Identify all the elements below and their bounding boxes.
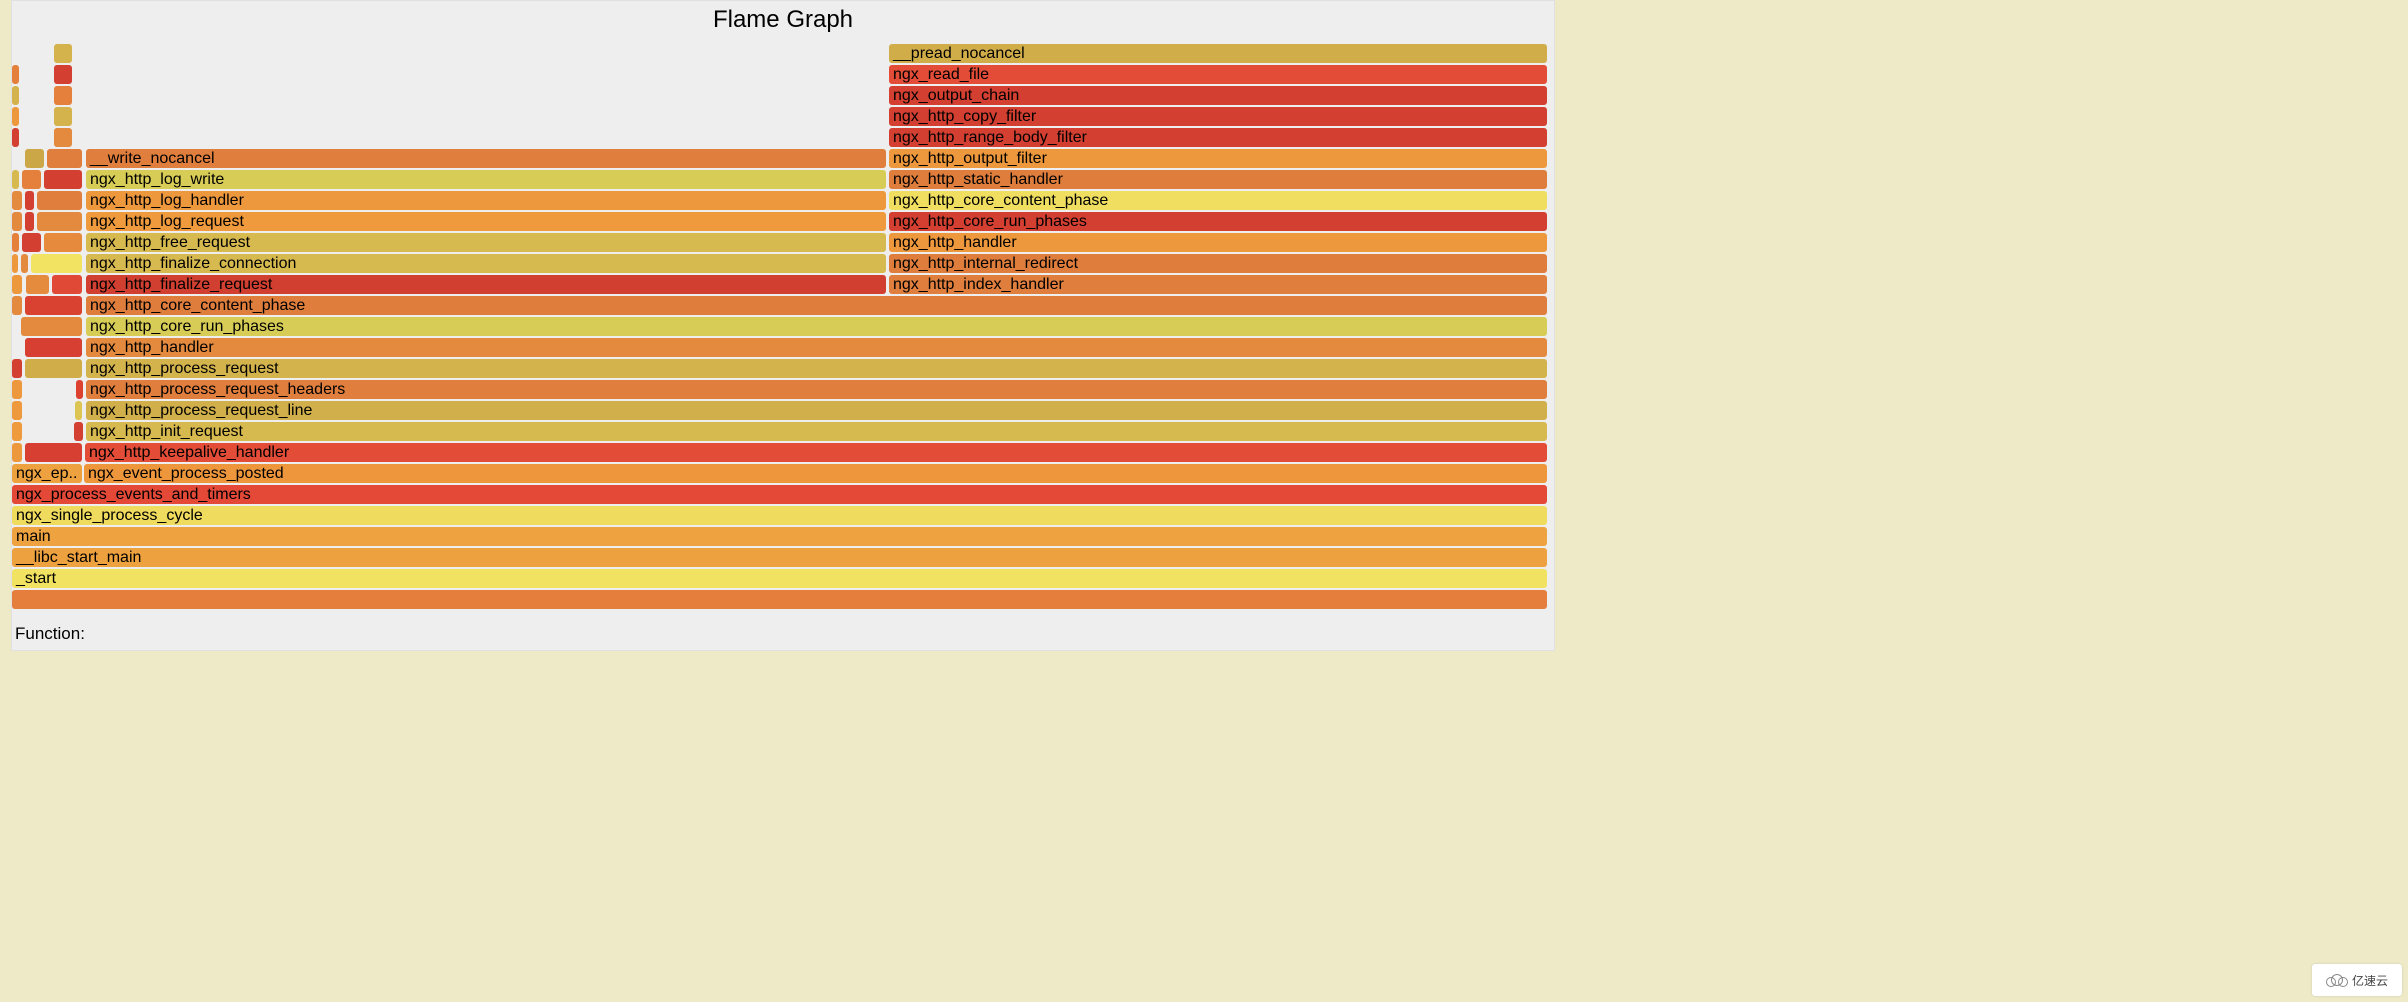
flame-frame[interactable]	[12, 233, 19, 252]
flame-frame[interactable]: ngx_output_chain	[889, 86, 1547, 105]
flame-frame[interactable]: ngx_http_output_filter	[889, 149, 1547, 168]
flame-frame[interactable]: _start	[12, 569, 1547, 588]
flame-frame[interactable]	[12, 212, 22, 231]
flame-frame[interactable]: ngx_http_log_handler	[86, 191, 886, 210]
flame-frame[interactable]	[22, 170, 41, 189]
flame-frame[interactable]: __write_nocancel	[86, 149, 886, 168]
flame-frame[interactable]: ngx_http_core_content_phase	[889, 191, 1547, 210]
flame-frame[interactable]	[54, 86, 72, 105]
flame-frame[interactable]: ngx_http_process_request	[86, 359, 1547, 378]
flame-frame[interactable]	[25, 191, 34, 210]
function-label: Function:	[15, 624, 85, 644]
flame-frame[interactable]	[54, 128, 72, 147]
flame-frame[interactable]	[12, 86, 19, 105]
flame-frame[interactable]	[12, 275, 22, 294]
watermark-text: 亿速云	[2352, 972, 2388, 989]
flame-frame[interactable]: ngx_http_static_handler	[889, 170, 1547, 189]
flame-frame[interactable]	[37, 212, 82, 231]
flame-frame[interactable]	[12, 128, 19, 147]
flame-frame[interactable]: ngx_http_core_run_phases	[86, 317, 1547, 336]
flame-frame[interactable]	[74, 422, 83, 441]
flame-frame[interactable]: ngx_http_keepalive_handler	[85, 443, 1547, 462]
flame-frame[interactable]	[12, 65, 19, 84]
flame-frame[interactable]: ngx_http_internal_redirect	[889, 254, 1547, 273]
cloud-icon	[2326, 973, 2348, 987]
flame-frame[interactable]	[37, 191, 82, 210]
flame-frame[interactable]	[12, 170, 19, 189]
flame-frame[interactable]	[12, 422, 22, 441]
flame-frame[interactable]	[12, 296, 22, 315]
chart-title: Flame Graph	[12, 6, 1554, 34]
flame-frame[interactable]	[31, 254, 82, 273]
flame-frame[interactable]: __pread_nocancel	[889, 44, 1547, 63]
flame-frame[interactable]	[25, 296, 82, 315]
flame-frame[interactable]	[25, 338, 82, 357]
flamegraph-viewport: Flame Graph _start __libc_start_main main n…	[11, 0, 1555, 651]
flame-frame[interactable]: __libc_start_main	[12, 548, 1547, 567]
flame-frame[interactable]	[25, 359, 82, 378]
flame-frame[interactable]	[12, 380, 22, 399]
flame-frame[interactable]: ngx_event_process_posted	[84, 464, 1547, 483]
flame-frame[interactable]: ngx_http_index_handler	[889, 275, 1547, 294]
flame-frame[interactable]	[12, 191, 22, 210]
flame-frame[interactable]: ngx_http_log_write	[86, 170, 886, 189]
flame-frame[interactable]	[22, 233, 41, 252]
watermark-badge: 亿速云	[2312, 964, 2402, 996]
flame-frame[interactable]	[12, 443, 22, 462]
flame-frame[interactable]: ngx_http_core_content_phase	[86, 296, 1547, 315]
flame-frame[interactable]	[76, 380, 83, 399]
flame-frame[interactable]	[25, 212, 34, 231]
flame-frame[interactable]: ngx_http_log_request	[86, 212, 886, 231]
flame-frame[interactable]: ngx_http_free_request	[86, 233, 886, 252]
flame-frame[interactable]	[54, 44, 72, 63]
flame-frame[interactable]: ngx_ep..	[12, 464, 82, 483]
flame-frame[interactable]: main	[12, 527, 1547, 546]
flame-frame[interactable]	[21, 254, 28, 273]
flame-frame[interactable]: ngx_http_range_body_filter	[889, 128, 1547, 147]
flame-frame[interactable]	[75, 401, 82, 420]
flame-frame[interactable]: ngx_http_process_request_line	[86, 401, 1547, 420]
flame-frame[interactable]: ngx_http_finalize_request	[86, 275, 886, 294]
flame-frame[interactable]	[25, 149, 44, 168]
flame-frame[interactable]: ngx_http_core_run_phases	[889, 212, 1547, 231]
flame-frame[interactable]	[47, 149, 82, 168]
flame-frame[interactable]	[12, 254, 18, 273]
flame-frame[interactable]	[12, 359, 22, 378]
flame-frame[interactable]	[21, 317, 82, 336]
flame-frame[interactable]: ngx_http_copy_filter	[889, 107, 1547, 126]
flame-frame[interactable]: ngx_http_finalize_connection	[86, 254, 886, 273]
flame-frame[interactable]: ngx_read_file	[889, 65, 1547, 84]
flame-frame[interactable]	[12, 590, 1547, 609]
flame-frame[interactable]: ngx_http_handler	[889, 233, 1547, 252]
flame-frame[interactable]: ngx_http_process_request_headers	[86, 380, 1547, 399]
flame-frame[interactable]: ngx_http_init_request	[86, 422, 1547, 441]
flame-frame[interactable]: ngx_process_events_and_timers	[12, 485, 1547, 504]
flame-frame[interactable]: ngx_single_process_cycle	[12, 506, 1547, 525]
flame-frame[interactable]: ngx_http_handler	[86, 338, 1547, 357]
flame-frame[interactable]	[44, 170, 82, 189]
flame-frame[interactable]	[54, 65, 72, 84]
flame-frame[interactable]	[52, 275, 82, 294]
flame-frame[interactable]	[25, 443, 82, 462]
flame-frame[interactable]	[12, 107, 19, 126]
flame-frame[interactable]	[54, 107, 72, 126]
flame-frame[interactable]	[12, 401, 22, 420]
flame-frame[interactable]	[26, 275, 49, 294]
flame-frame[interactable]	[44, 233, 82, 252]
